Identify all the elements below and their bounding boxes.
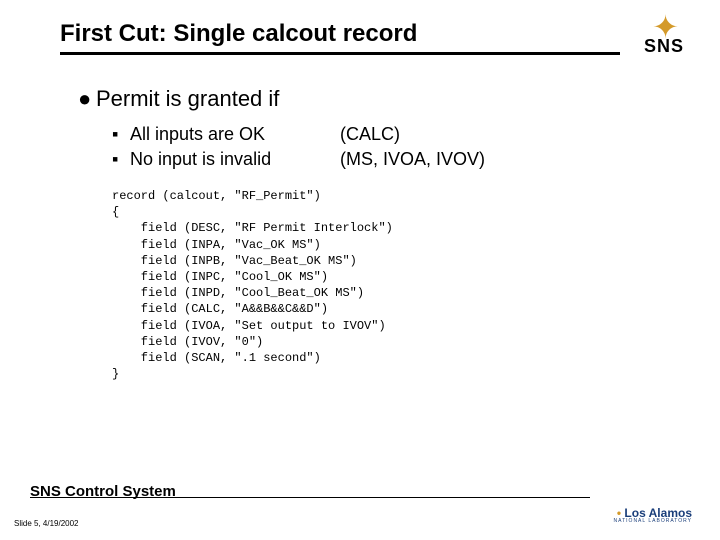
record-code-block: record (calcout, "RF_Permit") { field (D…: [112, 188, 660, 382]
bullet-square-icon: ▪: [112, 149, 130, 170]
bullet-level2-row: ▪ All inputs are OK (CALC): [112, 124, 660, 145]
bullet-level2-row: ▪ No input is invalid (MS, IVOA, IVOV): [112, 149, 660, 170]
bullet-dot-icon: ●: [78, 86, 96, 112]
footer-rule: [30, 497, 590, 498]
level2-note: (MS, IVOA, IVOV): [340, 149, 660, 170]
los-alamos-logo: • Los Alamos NATIONAL LABORATORY: [614, 507, 692, 524]
slide-title: First Cut: Single calcout record: [60, 20, 690, 48]
lanl-sub: NATIONAL LABORATORY: [614, 519, 692, 524]
level2-text: All inputs are OK: [130, 124, 340, 145]
sns-logo-label: SNS: [636, 36, 692, 57]
level2-text: No input is invalid: [130, 149, 340, 170]
slide-meta: Slide 5, 4/19/2002: [14, 519, 79, 528]
sns-logo: ✦ SNS: [636, 16, 692, 72]
level2-note: (CALC): [340, 124, 660, 145]
bullet-level1: ●Permit is granted if: [78, 86, 660, 112]
bullet-level2-block: ▪ All inputs are OK (CALC) ▪ No input is…: [112, 124, 660, 170]
slide-content: ●Permit is granted if ▪ All inputs are O…: [78, 86, 660, 382]
level1-text: Permit is granted if: [96, 86, 279, 111]
title-rule: [60, 52, 620, 55]
sns-burst-icon: ✦: [636, 16, 692, 38]
bullet-square-icon: ▪: [112, 124, 130, 145]
